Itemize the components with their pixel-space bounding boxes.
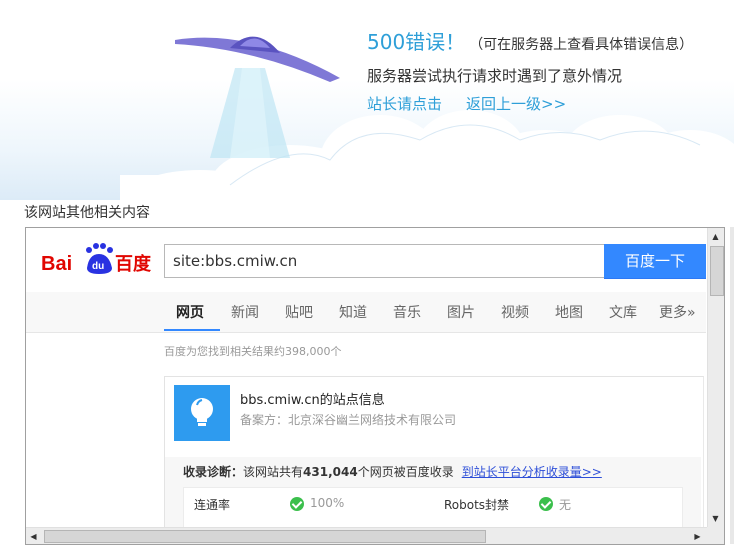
robots-value: 无: [559, 498, 572, 512]
baidu-header: Bai du 百度 site:bbs.cmiw.cn 百度一下: [26, 228, 706, 292]
error-title: 500错误！ （可在服务器上查看具体错误信息）: [367, 28, 693, 59]
diagnosis-text-pre: 该网站共有: [243, 465, 304, 479]
tab-news[interactable]: 新闻: [231, 302, 259, 322]
lightbulb-icon: [174, 385, 230, 441]
check-icon: [290, 497, 304, 511]
tab-more[interactable]: 更多»: [659, 302, 696, 322]
error-code: 500错误！: [367, 30, 466, 54]
tab-images[interactable]: 图片: [447, 302, 475, 322]
search-input[interactable]: site:bbs.cmiw.cn: [164, 244, 604, 278]
frame-viewport: Bai du 百度 site:bbs.cmiw.cn 百度一下 网页 新闻 贴吧…: [26, 228, 706, 527]
diagnosis-label: 收录诊断：: [183, 465, 244, 479]
svg-text:Bai: Bai: [41, 253, 72, 275]
vertical-scroll-thumb[interactable]: [710, 246, 724, 296]
diagnosis-line: 收录诊断：该网站共有431,044个网页被百度收录 到站长平台分析收录量>>: [183, 463, 602, 480]
scrollbar-corner: [707, 527, 724, 544]
indexed-count: 431,044: [303, 465, 358, 479]
scroll-down-icon[interactable]: ▼: [708, 511, 723, 526]
tab-video[interactable]: 视频: [501, 302, 529, 322]
ufo-illustration: [175, 36, 340, 158]
scroll-left-icon[interactable]: ◀: [26, 529, 41, 544]
error-message-block: 500错误！ （可在服务器上查看具体错误信息） 服务器尝试执行请求时遇到了意外情况…: [367, 28, 693, 116]
search-button[interactable]: 百度一下: [604, 244, 706, 279]
robots-label: Robots封禁: [444, 498, 510, 512]
error-links: 站长请点击 返回上一级>>: [367, 92, 693, 116]
error-banner: 500错误！ （可在服务器上查看具体错误信息） 服务器尝试执行请求时遇到了意外情况…: [0, 0, 734, 200]
diagnosis-table: 连通率 100% Robots封禁 无: [183, 487, 683, 527]
scroll-right-icon[interactable]: ▶: [690, 529, 705, 544]
svg-text:百度: 百度: [115, 253, 152, 275]
tab-tieba[interactable]: 贴吧: [285, 302, 313, 322]
connectivity-label: 连通率: [194, 498, 231, 512]
horizontal-scroll-thumb[interactable]: [44, 530, 486, 543]
vertical-scrollbar[interactable]: ▲ ▼: [707, 228, 724, 527]
diagnosis-text-post: 个网页被百度收录: [357, 465, 454, 479]
webmaster-platform-link[interactable]: 到站长平台分析收录量>>: [462, 465, 602, 479]
tab-zhidao[interactable]: 知道: [339, 302, 367, 322]
error-description: 服务器尝试执行请求时遇到了意外情况: [367, 67, 623, 85]
related-content-title: 该网站其他相关内容: [24, 205, 150, 221]
tab-map[interactable]: 地图: [555, 302, 583, 322]
page-scroll-edge: [730, 227, 734, 544]
webmaster-link[interactable]: 站长请点击: [367, 95, 442, 113]
search-tabs: 网页 新闻 贴吧 知道 音乐 图片 视频 地图 文库 更多»: [26, 292, 706, 333]
index-diagnosis: 收录诊断：该网站共有431,044个网页被百度收录 到站长平台分析收录量>> 连通…: [165, 457, 701, 527]
svg-text:du: du: [92, 261, 104, 272]
tab-wenku[interactable]: 文库: [609, 302, 637, 322]
related-content-frame: Bai du 百度 site:bbs.cmiw.cn 百度一下 网页 新闻 贴吧…: [25, 227, 725, 545]
result-count: 百度为您找到相关结果约398,000个: [164, 345, 342, 358]
baidu-logo-icon[interactable]: Bai du 百度: [41, 238, 161, 278]
back-link[interactable]: 返回上一级>>: [466, 95, 566, 113]
tab-music[interactable]: 音乐: [393, 302, 421, 322]
active-tab-underline: [164, 329, 220, 331]
horizontal-scrollbar[interactable]: ◀ ▶: [26, 527, 707, 544]
check-icon: [539, 497, 553, 511]
scroll-up-icon[interactable]: ▲: [708, 229, 723, 244]
site-title[interactable]: bbs.cmiw.cn的站点信息: [240, 389, 385, 408]
tab-web[interactable]: 网页: [176, 302, 204, 322]
beian-info: 备案方：北京深谷幽兰网络技术有限公司: [240, 413, 457, 427]
error-note: （可在服务器上查看具体错误信息）: [469, 37, 694, 53]
connectivity-value: 100%: [310, 496, 345, 510]
site-info-card: bbs.cmiw.cn的站点信息 备案方：北京深谷幽兰网络技术有限公司 收录诊断…: [164, 376, 704, 527]
